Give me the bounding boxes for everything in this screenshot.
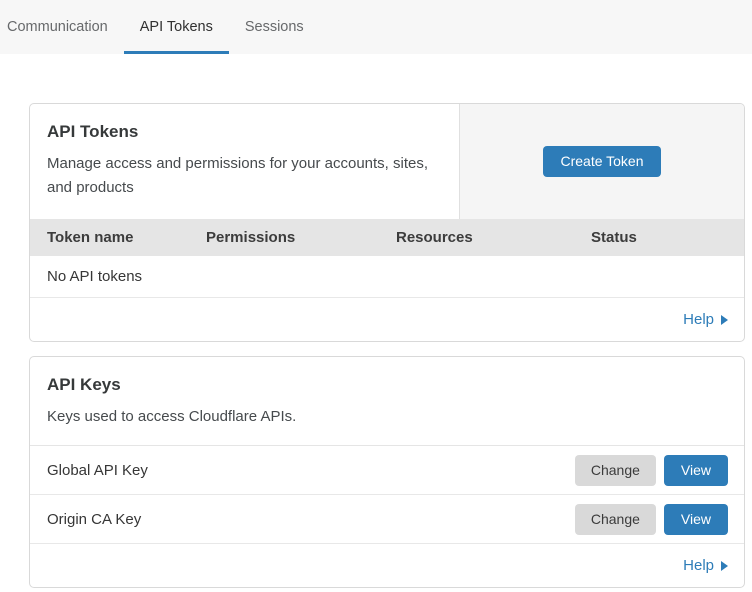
api-tokens-title: API Tokens <box>47 122 442 142</box>
origin-ca-key-label: Origin CA Key <box>47 511 575 528</box>
column-header-status: Status <box>591 229 744 246</box>
api-tokens-card: API Tokens Manage access and permissions… <box>29 103 745 342</box>
help-arrow-icon <box>721 315 728 325</box>
column-header-resources: Resources <box>396 229 591 246</box>
api-keys-description: Keys used to access Cloudflare APIs. <box>47 405 442 429</box>
global-api-key-view-button[interactable]: View <box>664 455 728 486</box>
tab-communication[interactable]: Communication <box>7 0 124 54</box>
origin-ca-key-view-button[interactable]: View <box>664 504 728 535</box>
origin-ca-key-change-button[interactable]: Change <box>575 504 656 535</box>
api-tokens-help-link[interactable]: Help <box>683 311 728 328</box>
api-keys-card-footer: Help <box>30 544 744 587</box>
create-token-button[interactable]: Create Token <box>543 146 660 177</box>
main-content: API Tokens Manage access and permissions… <box>0 54 752 588</box>
api-keys-help-link[interactable]: Help <box>683 557 728 574</box>
api-tokens-description: Manage access and permissions for your a… <box>47 152 442 200</box>
origin-ca-key-row: Origin CA Key Change View <box>30 495 744 544</box>
tab-bar: Communication API Tokens Sessions <box>0 0 752 54</box>
api-keys-card-header: API Keys Keys used to access Cloudflare … <box>30 357 744 446</box>
tab-api-tokens[interactable]: API Tokens <box>124 0 229 54</box>
column-header-permissions: Permissions <box>206 229 396 246</box>
global-api-key-change-button[interactable]: Change <box>575 455 656 486</box>
api-tokens-action-panel: Create Token <box>460 104 744 219</box>
help-arrow-icon <box>721 561 728 571</box>
api-tokens-card-footer: Help <box>30 298 744 341</box>
api-keys-title: API Keys <box>47 375 727 395</box>
api-tokens-header-text: API Tokens Manage access and permissions… <box>30 104 460 219</box>
tokens-empty-state: No API tokens <box>30 256 744 298</box>
tokens-table-header: Token name Permissions Resources Status <box>30 219 744 256</box>
global-api-key-row: Global API Key Change View <box>30 446 744 495</box>
column-header-token-name: Token name <box>47 229 206 246</box>
api-tokens-card-header: API Tokens Manage access and permissions… <box>30 104 744 219</box>
tab-sessions[interactable]: Sessions <box>229 0 320 54</box>
global-api-key-label: Global API Key <box>47 462 575 479</box>
help-link-label: Help <box>683 311 714 328</box>
help-link-label: Help <box>683 557 714 574</box>
api-keys-card: API Keys Keys used to access Cloudflare … <box>29 356 745 588</box>
